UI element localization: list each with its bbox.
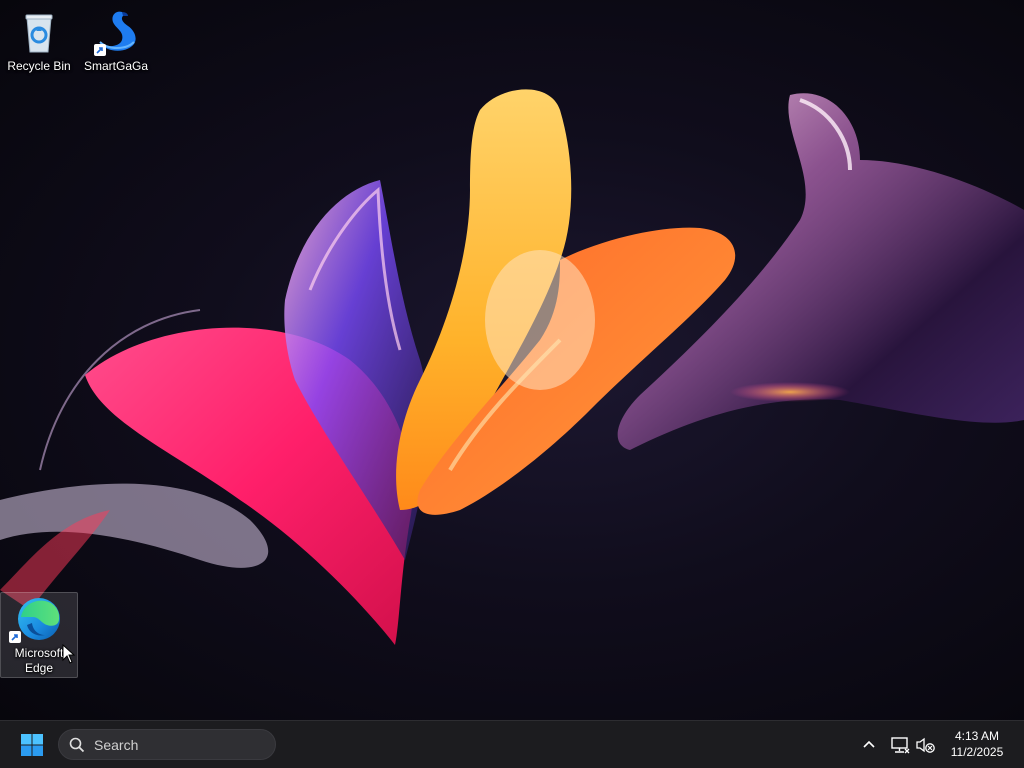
search-icon — [69, 737, 85, 753]
recycle-bin-icon — [15, 8, 63, 56]
taskbar-clock[interactable]: 4:13 AM 11/2/2025 — [940, 728, 1014, 760]
shortcut-arrow-icon — [9, 631, 21, 643]
desktop-icon-smartgaga[interactable]: SmartGaGa — [78, 2, 154, 74]
clock-date: 11/2/2025 — [950, 745, 1004, 759]
taskbar: Search 4:13 AM 11/2/2025 — [0, 720, 1024, 768]
network-icon — [891, 737, 910, 754]
search-placeholder: Search — [94, 737, 139, 753]
volume-button[interactable] — [914, 733, 938, 757]
show-hidden-icons-button[interactable] — [857, 733, 881, 757]
desktop-icon-microsoft-edge[interactable]: Microsoft Edge — [0, 592, 78, 678]
desktop-icon-label: SmartGaGa — [83, 59, 149, 73]
windows-start-icon — [21, 734, 43, 756]
clock-time: 4:13 AM — [954, 729, 1000, 743]
desktop-icon-recycle-bin[interactable]: Recycle Bin — [1, 2, 77, 74]
desktop: Recycle Bin SmartGaGa Microsoft Edge — [0, 0, 1024, 720]
mouse-cursor-icon — [62, 644, 76, 664]
edge-icon — [9, 595, 63, 643]
start-button[interactable] — [14, 729, 50, 761]
wallpaper-bloom — [0, 89, 1024, 645]
desktop-icon-label: Recycle Bin — [7, 59, 71, 73]
volume-muted-icon — [916, 737, 935, 753]
chevron-up-icon — [863, 740, 875, 748]
shortcut-arrow-icon — [94, 44, 106, 56]
network-button[interactable] — [888, 733, 912, 757]
taskbar-search-box[interactable]: Search — [58, 729, 276, 760]
smartgaga-swan-icon — [92, 8, 140, 56]
